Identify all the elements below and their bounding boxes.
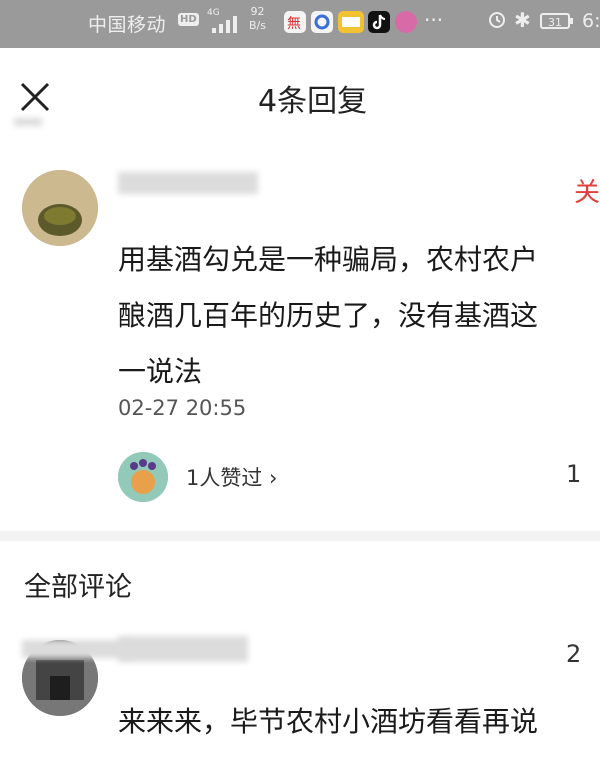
like-count[interactable]: 1 xyxy=(566,460,581,488)
network-speed: 92 B/s xyxy=(249,5,266,33)
username-redacted[interactable] xyxy=(118,172,258,194)
battery-cap xyxy=(570,18,573,24)
clock: 6: xyxy=(582,10,600,32)
hd-badge: HD xyxy=(178,13,199,26)
username-redacted[interactable] xyxy=(118,636,248,662)
comment-text: 用基酒勾兑是一种骗局，农村农户 酿酒几百年的历史了，没有基酒这 一说法 xyxy=(118,243,539,388)
svg-text:無: 無 xyxy=(287,16,301,32)
redaction-blur xyxy=(22,640,132,658)
like-count[interactable]: 2 xyxy=(566,640,581,668)
battery-level: 31 xyxy=(548,16,562,29)
speed-value: 92 xyxy=(250,5,265,18)
signal-icon xyxy=(212,16,237,33)
status-bar: 中国移动 HD 4G 92 B/s 無 ··· ✱ 31 6: xyxy=(0,0,600,48)
search-app-icon xyxy=(311,11,333,33)
weibo-icon: 無 xyxy=(284,11,306,33)
carrier-name: 中国移动 xyxy=(88,14,167,36)
battery-icon: 31 xyxy=(540,13,570,29)
comment-timestamp: 02-27 20:55 xyxy=(118,396,247,420)
more-notifications-icon: ··· xyxy=(424,8,444,32)
avatar[interactable] xyxy=(22,170,98,246)
likers-link[interactable]: 1人赞过 › xyxy=(186,462,277,492)
section-title: 全部评论 xyxy=(24,572,132,603)
reading-app-icon xyxy=(338,11,364,33)
section-divider xyxy=(0,531,600,541)
bluetooth-icon: ✱ xyxy=(514,8,531,32)
page-title: 4条回复 xyxy=(258,84,368,119)
alarm-icon xyxy=(489,12,505,28)
close-icon[interactable] xyxy=(14,78,54,118)
tiktok-icon xyxy=(368,11,390,33)
speed-unit: B/s xyxy=(249,19,266,32)
liker-avatar[interactable] xyxy=(118,452,168,502)
redaction-blur xyxy=(14,118,42,126)
browser-icon xyxy=(395,11,417,33)
comment-text: 来来来，毕节农村小酒坊看看再说 xyxy=(118,705,539,738)
follow-button[interactable]: 关 xyxy=(574,172,600,209)
